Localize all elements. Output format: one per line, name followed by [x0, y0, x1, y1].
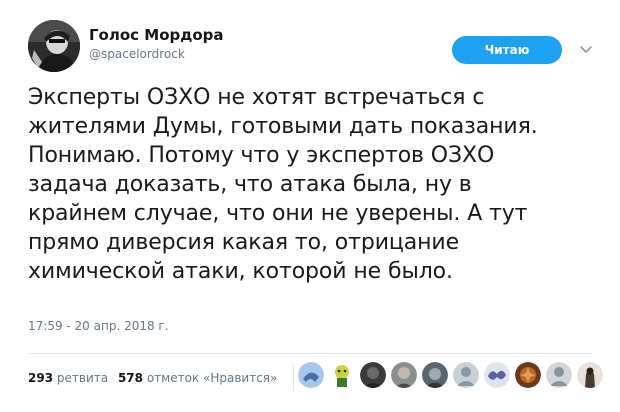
likes-label: отметок «Нравится»	[146, 370, 278, 385]
divider	[28, 353, 592, 354]
liker-avatar[interactable]	[360, 362, 386, 388]
liker-avatar-9-icon	[546, 362, 572, 388]
user-avatar-photo-icon	[28, 20, 80, 72]
tweet-stats: 293 ретвита 578 отметок «Нравится»	[28, 365, 304, 391]
tweet-text-line: жителями Думы, готовыми дать показания.	[28, 114, 538, 139]
stats-separator	[293, 365, 295, 391]
tweet-header: Голос Мордора @spacelordrock Читаю	[28, 20, 598, 76]
liker-avatar[interactable]	[546, 362, 572, 388]
liker-avatar[interactable]	[329, 362, 355, 388]
liker-avatar-7-icon	[484, 362, 510, 388]
liker-avatar-10-icon	[577, 362, 603, 388]
liker-avatar[interactable]	[422, 362, 448, 388]
author-avatar[interactable]	[28, 20, 80, 72]
liker-avatar[interactable]	[484, 362, 510, 388]
liker-avatars	[298, 362, 603, 392]
retweets-stat[interactable]: 293 ретвита	[28, 366, 108, 390]
likes-count: 578	[117, 370, 143, 385]
more-options-button[interactable]	[576, 39, 596, 59]
liker-avatar-8-icon	[515, 362, 541, 388]
retweets-label: ретвита	[56, 370, 109, 385]
liker-avatar[interactable]	[577, 362, 603, 388]
liker-avatar-1-icon	[298, 362, 324, 388]
tweet-text-line: задача доказать, что атака была, ну в	[28, 172, 472, 197]
liker-avatar-3-icon	[360, 362, 386, 388]
tweet-text-line: химической атаки, которой не было.	[28, 259, 453, 284]
liker-avatar[interactable]	[298, 362, 324, 388]
liker-avatar-5-icon	[422, 362, 448, 388]
tweet-text-line: крайнем случае, что они не уверены. А ту…	[28, 201, 528, 226]
tweet-text-line: Понимаю. Потому что у экспертов ОЗХО	[28, 143, 495, 168]
liker-avatar[interactable]	[391, 362, 417, 388]
likes-stat[interactable]: 578 отметок «Нравится»	[118, 366, 277, 390]
tweet-text: Эксперты ОЗХО не хотят встречаться с жит…	[28, 83, 603, 286]
liker-avatar[interactable]	[515, 362, 541, 388]
author-username[interactable]: @spacelordrock	[89, 46, 224, 62]
follow-button[interactable]: Читаю	[452, 36, 562, 64]
liker-avatar-4-icon	[391, 362, 417, 388]
author-display-name[interactable]: Голос Мордора	[89, 26, 224, 44]
liker-avatar[interactable]	[453, 362, 479, 388]
tweet-text-line: Эксперты ОЗХО не хотят встречаться с	[28, 85, 485, 110]
retweets-count: 293	[28, 370, 54, 385]
liker-avatar-6-icon	[453, 362, 479, 388]
chevron-down-icon	[580, 46, 592, 53]
author-block[interactable]: Голос Мордора @spacelordrock	[89, 26, 224, 62]
liker-avatar-2-icon	[329, 362, 355, 388]
tweet-text-line: прямо диверсия какая то, отрицание	[28, 230, 460, 255]
tweet-timestamp[interactable]: 17:59 - 20 апр. 2018 г.	[28, 318, 169, 334]
